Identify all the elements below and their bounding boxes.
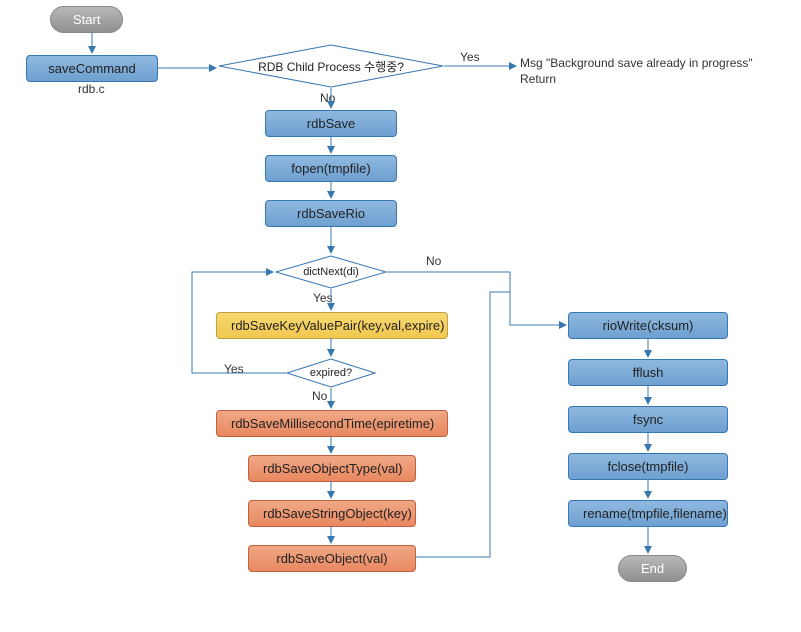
label-yes-1: Yes — [460, 50, 480, 64]
savecommand-note: rdb.c — [78, 82, 105, 96]
rdbsavekvp-node: rdbSaveKeyValuePair(key,val,expire) — [216, 312, 448, 339]
decision-dictnext-text: dictNext(di) — [303, 266, 359, 278]
decision-rdb-child: RDB Child Process 수행중? — [218, 44, 444, 88]
label-yes-3: Yes — [224, 362, 244, 376]
fopen-node: fopen(tmpfile) — [265, 155, 397, 182]
fsync-node: fsync — [568, 406, 728, 433]
decision-expired-text: expired? — [310, 367, 352, 379]
decision-rdb-child-text: RDB Child Process 수행중? — [258, 58, 404, 75]
rename-node: rename(tmpfile,filename) — [568, 500, 728, 527]
rdbsaveobjtype-node: rdbSaveObjectType(val) — [248, 455, 416, 482]
msg-bg-save-2: Return — [520, 72, 556, 86]
fflush-node: fflush — [568, 359, 728, 386]
rdbsave-node: rdbSave — [265, 110, 397, 137]
riowrite-node: rioWrite(cksum) — [568, 312, 728, 339]
fclose-node: fclose(tmpfile) — [568, 453, 728, 480]
label-no-1: No — [320, 91, 335, 105]
savecommand-node: saveCommand — [26, 55, 158, 82]
start-node: Start — [50, 6, 123, 33]
decision-expired: expired? — [286, 358, 376, 388]
rdbsaverio-node: rdbSaveRio — [265, 200, 397, 227]
msg-bg-save-1: Msg "Background save already in progress… — [520, 56, 753, 70]
rdbsavestrobj-node: rdbSaveStringObject(key) — [248, 500, 416, 527]
label-no-2: No — [426, 254, 441, 268]
decision-dictnext: dictNext(di) — [275, 255, 387, 289]
end-node: End — [618, 555, 687, 582]
label-yes-2: Yes — [313, 291, 333, 305]
label-no-3: No — [312, 389, 327, 403]
rdbsaveobj-node: rdbSaveObject(val) — [248, 545, 416, 572]
rdbsavems-node: rdbSaveMillisecondTime(epiretime) — [216, 410, 448, 437]
